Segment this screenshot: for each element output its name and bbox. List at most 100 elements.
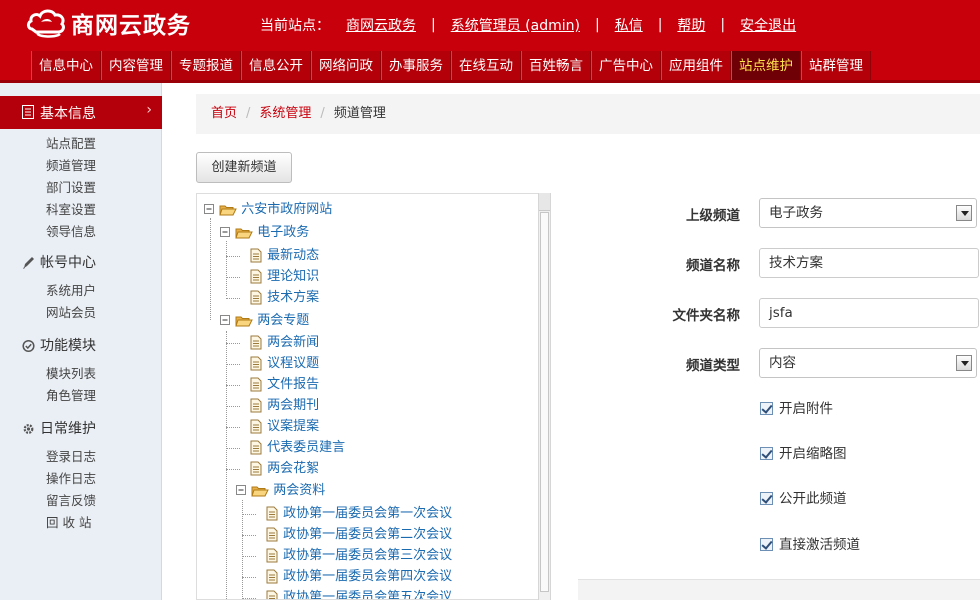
channel-name-input[interactable]: 技术方案 bbox=[759, 248, 979, 278]
collapse-icon[interactable] bbox=[204, 204, 215, 215]
tree-node-page[interactable]: 两会期刊 bbox=[249, 397, 319, 415]
current-site-link[interactable]: 商网云政务 bbox=[346, 15, 416, 35]
nav-item[interactable]: 网络问政 bbox=[311, 51, 381, 81]
sidebar-item[interactable]: 科室设置 bbox=[0, 199, 162, 221]
activate-channel-checkbox[interactable]: 直接激活频道 bbox=[760, 537, 860, 553]
sidebar-item[interactable]: 系统用户 bbox=[0, 280, 162, 302]
tree-node-page[interactable]: 两会新闻 bbox=[249, 334, 319, 352]
tree-node-label[interactable]: 理论知识 bbox=[267, 269, 319, 284]
tree-node-label[interactable]: 两会资料 bbox=[273, 483, 325, 498]
tree-node-label[interactable]: 代表委员建言 bbox=[267, 440, 345, 455]
tree-connector bbox=[242, 556, 256, 557]
collapse-icon[interactable] bbox=[220, 315, 231, 326]
tree-node-label[interactable]: 政协第一届委员会第三次会议 bbox=[283, 548, 452, 563]
tree-node-label[interactable]: 最新动态 bbox=[267, 248, 319, 263]
tree-node-page[interactable]: 代表委员建言 bbox=[249, 439, 345, 457]
nav-item[interactable]: 办事服务 bbox=[381, 51, 451, 81]
checkbox-checked-icon[interactable] bbox=[760, 492, 773, 505]
breadcrumb-home[interactable]: 首页 bbox=[211, 106, 237, 121]
dropdown-arrow-icon[interactable] bbox=[956, 205, 972, 221]
tree-scrollbar[interactable] bbox=[538, 193, 551, 600]
tree-node-page[interactable]: 两会花絮 bbox=[249, 460, 319, 478]
enable-thumbnail-checkbox[interactable]: 开启缩略图 bbox=[760, 446, 847, 462]
logout-link[interactable]: 安全退出 bbox=[740, 15, 796, 35]
nav-item[interactable]: 在线互动 bbox=[451, 51, 521, 81]
sidebar-item[interactable]: 模块列表 bbox=[0, 363, 162, 385]
create-channel-button[interactable]: 创建新频道 bbox=[196, 152, 292, 183]
parent-channel-value: 电子政务 bbox=[769, 205, 823, 221]
nav-item[interactable]: 站群管理 bbox=[801, 51, 871, 81]
tree-node-page[interactable]: 文件报告 bbox=[249, 376, 319, 394]
tree-node-folder[interactable]: 电子政务 bbox=[220, 224, 309, 242]
sidebar-item[interactable]: 留言反馈 bbox=[0, 490, 162, 512]
tree-connector bbox=[242, 514, 256, 515]
channel-type-select[interactable]: 内容 bbox=[759, 348, 977, 378]
tree-node-label[interactable]: 技术方案 bbox=[267, 290, 319, 305]
sidebar-item[interactable]: 部门设置 bbox=[0, 177, 162, 199]
sidebar-item[interactable]: 站点配置 bbox=[0, 133, 162, 155]
tree-node-label[interactable]: 两会期刊 bbox=[267, 398, 319, 413]
nav-item[interactable]: 广告中心 bbox=[591, 51, 661, 81]
tree-node-label[interactable]: 政协第一届委员会第五次会议 bbox=[283, 590, 452, 599]
nav-item[interactable]: 专题报道 bbox=[171, 51, 241, 81]
sidebar-group-title[interactable]: 帐号中心 bbox=[0, 252, 162, 274]
message-link[interactable]: 私信 bbox=[615, 15, 643, 35]
tree-node-label[interactable]: 政协第一届委员会第二次会议 bbox=[283, 527, 452, 542]
tree-node-page[interactable]: 政协第一届委员会第三次会议 bbox=[265, 547, 452, 565]
tree-node-label[interactable]: 两会新闻 bbox=[267, 335, 319, 350]
tree-node-label[interactable]: 政协第一届委员会第四次会议 bbox=[283, 569, 452, 584]
tree-node-label[interactable]: 两会花絮 bbox=[267, 461, 319, 476]
sidebar-item[interactable]: 角色管理 bbox=[0, 385, 162, 407]
tree-node-label[interactable]: 文件报告 bbox=[267, 377, 319, 392]
nav-item[interactable]: 信息公开 bbox=[241, 51, 311, 81]
nav-item[interactable]: 百姓畅言 bbox=[521, 51, 591, 81]
sidebar-item[interactable]: 频道管理 bbox=[0, 155, 162, 177]
tree-node-page[interactable]: 政协第一届委员会第二次会议 bbox=[265, 526, 452, 544]
tree-node-label[interactable]: 电子政务 bbox=[257, 225, 309, 240]
tree-node-page[interactable]: 政协第一届委员会第一次会议 bbox=[265, 505, 452, 523]
sidebar-group-title[interactable]: 功能模块 bbox=[0, 335, 162, 357]
folder-name-input[interactable]: jsfa bbox=[759, 298, 979, 328]
public-channel-checkbox[interactable]: 公开此频道 bbox=[760, 491, 847, 507]
brand-logo[interactable]: 商网云政务 bbox=[26, 6, 191, 40]
tree-node-folder[interactable]: 两会专题 bbox=[220, 312, 309, 330]
tree-node-label[interactable]: 政协第一届委员会第一次会议 bbox=[283, 506, 452, 521]
enable-attachment-checkbox[interactable]: 开启附件 bbox=[760, 401, 833, 417]
tree-node-page[interactable]: 政协第一届委员会第五次会议 bbox=[265, 589, 452, 599]
nav-item-active[interactable]: 站点维护 bbox=[731, 51, 801, 81]
tree-node-label[interactable]: 议案提案 bbox=[267, 419, 319, 434]
sidebar-item[interactable]: 网站会员 bbox=[0, 302, 162, 324]
nav-item[interactable]: 内容管理 bbox=[101, 51, 171, 81]
scroll-up-button[interactable] bbox=[539, 193, 550, 211]
collapse-icon[interactable] bbox=[236, 485, 247, 496]
checkbox-checked-icon[interactable] bbox=[760, 538, 773, 551]
user-link[interactable]: 系统管理员 (admin) bbox=[451, 15, 580, 35]
tree-node-page[interactable]: 议案提案 bbox=[249, 418, 319, 436]
sidebar-item[interactable]: 回 收 站 bbox=[0, 512, 162, 534]
tree-node-folder[interactable]: 两会资料 bbox=[236, 482, 325, 500]
parent-channel-select[interactable]: 电子政务 bbox=[759, 198, 977, 228]
sidebar-item[interactable]: 领导信息 bbox=[0, 221, 162, 243]
help-link[interactable]: 帮助 bbox=[677, 15, 705, 35]
tree-node-label[interactable]: 议程议题 bbox=[267, 356, 319, 371]
tree-node-root[interactable]: 六安市政府网站 bbox=[204, 201, 332, 219]
tree-node-page[interactable]: 理论知识 bbox=[249, 268, 319, 286]
collapse-icon[interactable] bbox=[220, 227, 231, 238]
checkbox-checked-icon[interactable] bbox=[760, 402, 773, 415]
tree-node-label[interactable]: 六安市政府网站 bbox=[241, 202, 332, 217]
tree-node-page[interactable]: 技术方案 bbox=[249, 289, 319, 307]
nav-item[interactable]: 应用组件 bbox=[661, 51, 731, 81]
breadcrumb-section[interactable]: 系统管理 bbox=[259, 106, 311, 121]
tree-node-page[interactable]: 政协第一届委员会第四次会议 bbox=[265, 568, 452, 586]
checkbox-checked-icon[interactable] bbox=[760, 447, 773, 460]
sidebar-group-active[interactable]: 基本信息 › bbox=[0, 96, 162, 129]
tree-node-label[interactable]: 两会专题 bbox=[257, 313, 309, 328]
scrollbar-thumb[interactable] bbox=[540, 212, 549, 592]
sidebar-group-title[interactable]: 日常维护 bbox=[0, 418, 162, 440]
nav-item[interactable]: 信息中心 bbox=[31, 51, 101, 81]
dropdown-arrow-icon[interactable] bbox=[956, 355, 972, 371]
sidebar-item[interactable]: 登录日志 bbox=[0, 446, 162, 468]
tree-node-page[interactable]: 议程议题 bbox=[249, 355, 319, 373]
sidebar-item[interactable]: 操作日志 bbox=[0, 468, 162, 490]
tree-node-page[interactable]: 最新动态 bbox=[249, 247, 319, 265]
